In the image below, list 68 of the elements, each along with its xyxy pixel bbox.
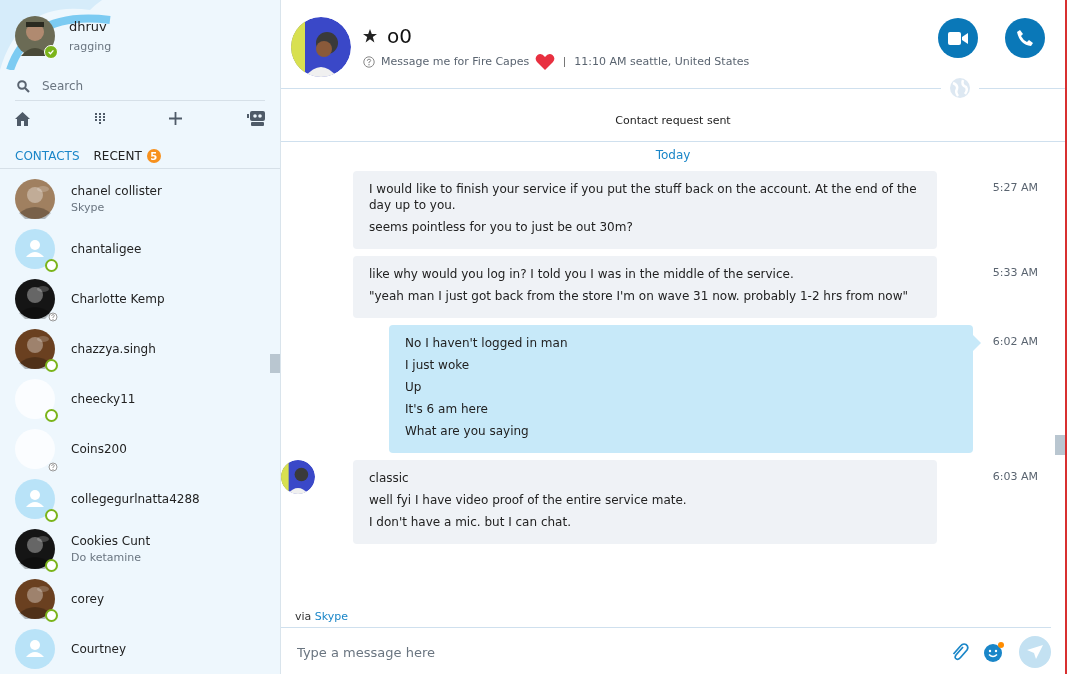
message-text: like why would you log in? I told you I was in the middle of the service.: [369, 266, 795, 282]
search-field[interactable]: Search: [40, 78, 263, 94]
contact-item[interactable]: cheecky11: [0, 374, 280, 424]
contact-item[interactable]: Charlotte Kemp: [0, 274, 280, 324]
heart-icon: [535, 52, 556, 71]
contact-name: Cookies Cunt: [71, 534, 151, 548]
message-text: I would like to finish your service if you put the stuff back on the account. At the end of the day up to you.: [369, 181, 918, 213]
mood-message: Message me for Fire Capes: [381, 55, 530, 68]
skype-link[interactable]: Skype: [314, 610, 349, 623]
contacts-tab[interactable]: CONTACTS: [15, 148, 80, 165]
contact-mood: Skype: [71, 201, 106, 214]
message-text: It's 6 am here: [405, 401, 489, 417]
help-icon: [363, 55, 375, 68]
local-time: 11:10 AM seattle, United States: [574, 55, 750, 68]
call-button[interactable]: [1005, 18, 1045, 58]
contact-item[interactable]: Cookies Cunt Do ketamine: [0, 524, 280, 574]
unread-count: 5: [146, 149, 161, 164]
add-icon[interactable]: [169, 112, 183, 126]
message-text: well fyi I have video proof of the entire service mate.: [369, 492, 688, 508]
emoticon-icon[interactable]: [983, 641, 1005, 663]
contact-item[interactable]: Coins200: [0, 424, 280, 474]
video-camera-icon: [948, 31, 968, 45]
message-text: I just woke: [405, 357, 471, 373]
search-icon: [17, 79, 30, 93]
star-icon[interactable]: [363, 28, 377, 43]
contact-name: chazzya.singh: [71, 342, 156, 356]
contact-name: chanel collister: [71, 184, 162, 198]
date-divider: Today: [655, 148, 691, 162]
contact-name: corey: [71, 592, 105, 606]
contact-name: chantaligee: [71, 242, 142, 256]
contact-item[interactable]: corey: [0, 574, 280, 624]
contact-name: Coins200: [71, 442, 127, 456]
contact-item[interactable]: Courtney: [0, 624, 280, 674]
message-text: "yeah man I just got back from the store I'm on wave 31 now. probably 1-2 hrs from now": [369, 288, 909, 304]
contact-item[interactable]: collegegurlnatta4288: [0, 474, 280, 524]
message-text: classic: [369, 470, 410, 486]
profile-name: dhruv: [69, 19, 108, 34]
message-text: seems pointless for you to just be out 30m?: [369, 219, 634, 235]
contact-name: cheecky11: [71, 392, 136, 406]
contact-item[interactable]: chantaligee: [0, 224, 280, 274]
message-text: No I haven't logged in man: [405, 335, 569, 351]
notice-text: Contact request sent: [281, 99, 1065, 142]
contact-name: o0: [387, 23, 412, 48]
contact-name: Courtney: [71, 642, 127, 656]
contact-name: Charlotte Kemp: [71, 292, 165, 306]
profile-mood: ragging: [69, 40, 112, 53]
dialpad-icon[interactable]: [94, 112, 105, 125]
message-time: 6:03 AM: [991, 469, 1038, 483]
contact-item[interactable]: chanel collister Skype: [0, 174, 280, 224]
message-time: 5:27 AM: [991, 180, 1038, 194]
message-time: 5:33 AM: [991, 265, 1038, 279]
paperclip-icon[interactable]: [951, 642, 969, 662]
contact-mood: Do ketamine: [71, 551, 142, 564]
contacts-tab[interactable]: RECENT 5: [93, 148, 161, 165]
phone-icon: [1016, 29, 1034, 47]
contact-item[interactable]: chazzya.singh: [0, 324, 280, 374]
message-text: Up: [405, 379, 423, 395]
message-time: 6:02 AM: [991, 334, 1038, 348]
via-label: via: [295, 610, 312, 623]
scrollbar-thumb[interactable]: [270, 354, 280, 373]
scrollbar-thumb[interactable]: [1055, 435, 1065, 455]
send-icon: [1027, 645, 1043, 659]
message-text: I don't have a mic. but I can chat.: [369, 514, 572, 530]
video-call-button[interactable]: [938, 18, 978, 58]
robot-icon[interactable]: [246, 111, 265, 127]
contact-name: collegegurlnatta4288: [71, 492, 200, 506]
home-icon[interactable]: [15, 111, 30, 126]
message-text: What are you saying: [405, 423, 530, 439]
